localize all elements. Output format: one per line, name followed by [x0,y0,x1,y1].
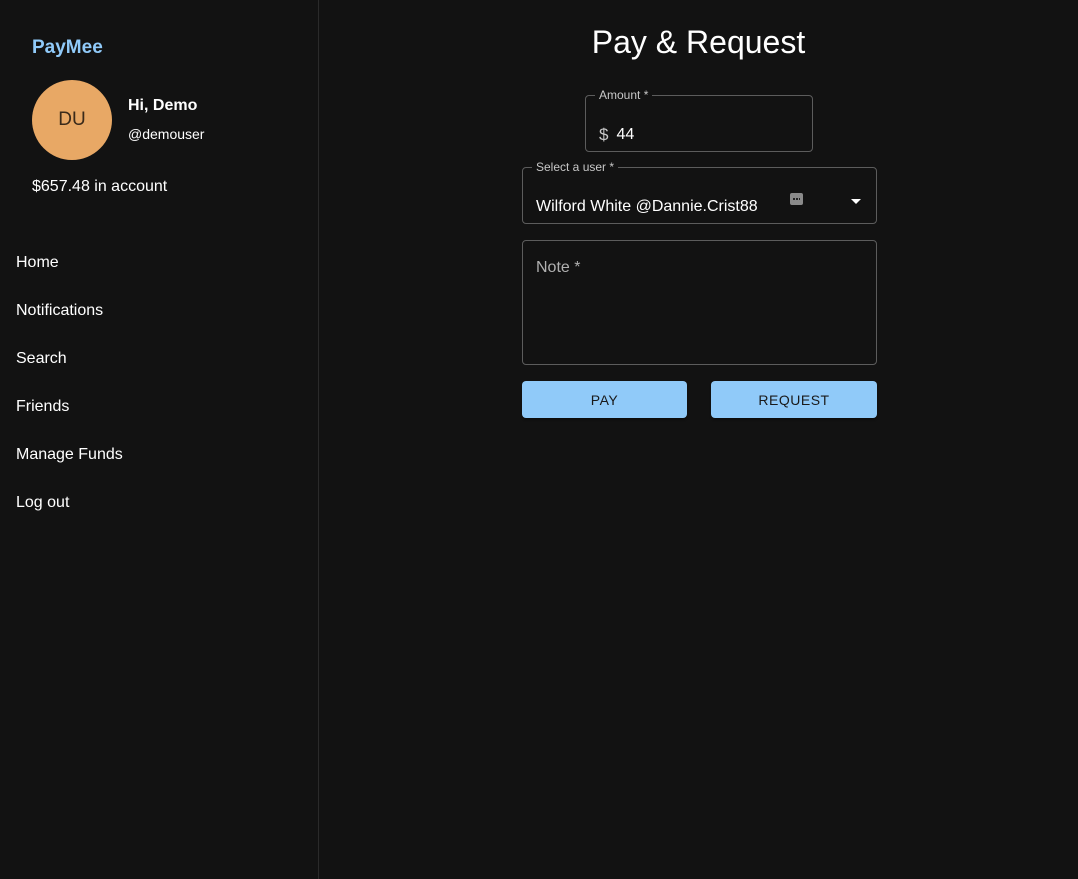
currency-symbol: $ [599,125,609,144]
page-title: Pay & Request [591,24,806,60]
sidebar-item-home[interactable]: Home [0,239,318,287]
sidebar-item-log-out[interactable]: Log out [0,479,318,527]
amount-input-wrapper: $ [599,125,787,145]
sidebar: PayMee DU Hi, Demo @demouser $657.48 in … [0,0,319,879]
amount-label: Amount * [599,88,649,102]
user-select[interactable]: Select a user * Wilford White @Dannie.Cr… [522,161,877,224]
chevron-down-icon[interactable] [851,199,861,204]
sidebar-item-friends[interactable]: Friends [0,383,318,431]
note-label: Note * [536,259,581,276]
app-root: PayMee DU Hi, Demo @demouser $657.48 in … [0,0,1078,879]
account-balance: $657.48 in account [32,178,168,195]
pay-button[interactable]: PAY [522,381,687,418]
brand-logo[interactable]: PayMee [32,37,103,59]
note-field[interactable]: Note * [522,240,877,365]
greeting: Hi, Demo [128,97,198,114]
sidebar-nav: Home Notifications Search Friends Manage… [0,239,318,527]
main-content: Pay & Request Amount * $ Select a user *… [319,0,1078,879]
sidebar-item-notifications[interactable]: Notifications [0,287,318,335]
username: @demouser [128,126,205,142]
user-select-value: Wilford White @Dannie.Crist88 [536,198,758,215]
avatar: DU [32,80,112,160]
user-select-label: Select a user * [536,160,615,174]
sidebar-item-search[interactable]: Search [0,335,318,383]
sidebar-item-manage-funds[interactable]: Manage Funds [0,431,318,479]
amount-input[interactable] [616,126,787,144]
amount-field[interactable]: Amount * $ [585,89,813,152]
keyboard-icon [790,193,803,205]
request-button[interactable]: REQUEST [711,381,877,418]
